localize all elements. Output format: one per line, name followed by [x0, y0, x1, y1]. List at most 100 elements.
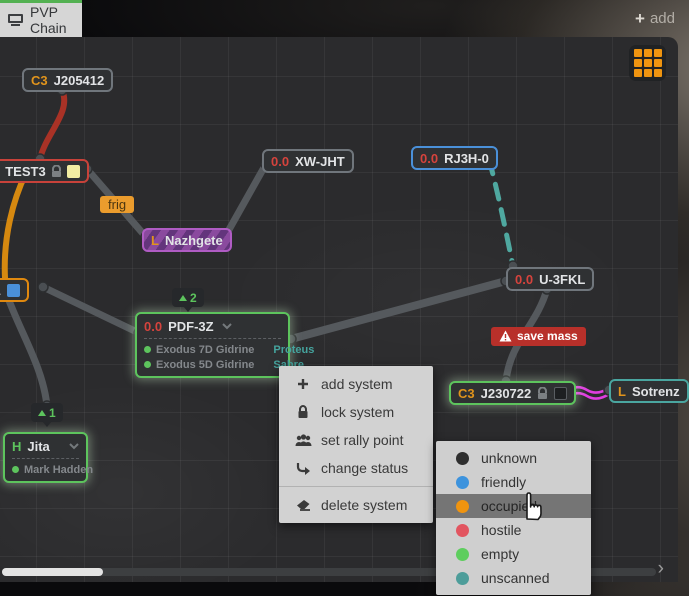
connection-endpoints — [21, 85, 614, 411]
users-icon — [294, 434, 312, 447]
status-label: unscanned — [481, 570, 550, 586]
menu-separator — [279, 486, 433, 487]
system-class: C3 — [458, 386, 475, 401]
menu-item-lock-system[interactable]: lock system — [279, 398, 433, 426]
system-node-nazhgete[interactable]: L Nazhgete — [142, 228, 232, 252]
connection-j205412-test3[interactable] — [40, 90, 64, 159]
plus-icon — [294, 378, 312, 390]
menu-item-add-system[interactable]: add system — [279, 370, 433, 398]
chevron-down-icon[interactable] — [222, 323, 232, 330]
connection-801-pdf3z[interactable] — [43, 287, 139, 333]
eraser-icon — [294, 499, 312, 511]
warning-icon — [499, 330, 512, 342]
ship-name: Proteus — [273, 344, 314, 356]
system-node-rj3h0[interactable]: 0.0 RJ3H-0 — [411, 146, 498, 170]
system-class: L — [618, 384, 626, 399]
scroll-right-chevron-icon[interactable]: › — [658, 558, 664, 580]
connection-rj3h0-u3fkl[interactable] — [489, 159, 513, 266]
status-item-hostile[interactable]: hostile — [436, 518, 591, 542]
connection-test3-801[interactable] — [5, 173, 26, 278]
pilot-row: Exodus 7D Gidrine Proteus — [144, 342, 281, 357]
system-node-801[interactable]: 801 — [0, 278, 29, 302]
add-button-label: add — [650, 10, 675, 27]
system-name: 801 — [0, 283, 1, 298]
plus-icon: + — [635, 10, 645, 27]
save-mass-label: save mass — [517, 329, 578, 343]
system-node-u3fkl[interactable]: 0.0 U-3FKL — [506, 267, 594, 291]
status-dot-icon — [456, 572, 469, 585]
security-status: 0.0 — [515, 272, 533, 287]
system-name: RJ3H-0 — [444, 151, 489, 166]
online-dot-icon — [144, 346, 151, 353]
menu-item-delete-system[interactable]: delete system — [279, 491, 433, 519]
menu-item-label: add system — [321, 376, 393, 392]
menu-item-set-rally-point[interactable]: set rally point — [279, 426, 433, 454]
menu-item-label: change status — [321, 460, 408, 476]
curved-arrow-icon — [294, 462, 312, 475]
system-class: L — [151, 233, 159, 248]
menu-item-label: delete system — [321, 497, 407, 513]
station-icon — [7, 284, 20, 297]
system-node-jita[interactable]: H Jita Mark Hadden — [3, 432, 88, 483]
system-name: J205412 — [54, 73, 105, 88]
chevron-down-icon[interactable] — [69, 443, 79, 450]
tab-label: PVP Chain — [30, 4, 74, 36]
arrow-up-icon — [179, 295, 187, 301]
system-name: Sotrenz — [632, 384, 680, 399]
connection-nazhgete-xwjht[interactable] — [226, 164, 266, 235]
hand-cursor-icon — [518, 491, 544, 521]
status-item-friendly[interactable]: friendly — [436, 470, 591, 494]
note-icon[interactable] — [67, 165, 80, 178]
grid-view-button[interactable] — [629, 45, 666, 81]
pilot-row: Mark Hadden — [12, 462, 79, 477]
status-dot-icon — [456, 500, 469, 513]
status-item-occupied[interactable]: occupied — [436, 494, 591, 518]
pilot-count-badge: 1 — [31, 403, 63, 422]
status-dot-icon — [456, 548, 469, 561]
lock-icon — [51, 165, 62, 178]
arrow-up-icon — [38, 410, 46, 416]
connection-pdf3z-u3fkl[interactable] — [291, 281, 506, 339]
status-dot-icon — [456, 524, 469, 537]
menu-item-change-status[interactable]: change status — [279, 454, 433, 482]
pilot-name: Exodus 7D Gidrine — [156, 344, 254, 356]
monitor-icon — [8, 14, 23, 26]
system-class: C3 — [31, 73, 48, 88]
pilot-count: 2 — [190, 291, 197, 305]
system-name: XW-JHT — [295, 154, 345, 169]
connection-801-jita[interactable] — [7, 295, 47, 406]
security-status: 0.0 — [420, 151, 438, 166]
security-status: 0.0 — [144, 319, 162, 334]
system-name: U-3FKL — [539, 272, 585, 287]
pilot-count-badge: 2 — [172, 288, 204, 307]
security-status: 0.0 — [271, 154, 289, 169]
status-item-unknown[interactable]: unknown — [436, 446, 591, 470]
system-class: H — [12, 439, 21, 454]
system-node-pdf3z[interactable]: 0.0 PDF-3Z Exodus 7D Gidrine Proteus Exo… — [135, 312, 290, 378]
status-item-unscanned[interactable]: unscanned — [436, 566, 591, 590]
system-name: PDF-3Z — [168, 319, 214, 334]
save-mass-badge[interactable]: save mass — [491, 327, 586, 346]
frig-label: frig — [108, 197, 126, 212]
pilot-row: Exodus 5D Gidrine Sabre — [144, 357, 281, 372]
lock-icon — [537, 387, 548, 400]
frig-connection-badge[interactable]: frig — [100, 196, 134, 213]
system-node-xwjht[interactable]: 0.0 XW-JHT — [262, 149, 354, 173]
horizontal-scrollbar-thumb[interactable] — [2, 568, 103, 576]
system-node-sotrenz[interactable]: L Sotrenz — [609, 379, 689, 403]
online-dot-icon — [144, 361, 151, 368]
tab-pvp-chain[interactable]: PVP Chain — [0, 0, 82, 37]
system-node-j230722[interactable]: C3 J230722 — [449, 381, 576, 405]
pilot-name: Exodus 5D Gidrine — [156, 359, 254, 371]
status-item-empty[interactable]: empty — [436, 542, 591, 566]
pilot-count: 1 — [49, 406, 56, 420]
status-square-icon[interactable] — [554, 387, 567, 400]
system-node-test3[interactable]: 2 TEST3 — [0, 159, 89, 183]
status-label: unknown — [481, 450, 537, 466]
system-node-j205412[interactable]: C3 J205412 — [22, 68, 113, 92]
status-label: friendly — [481, 474, 526, 490]
pilot-name: Mark Hadden — [24, 464, 93, 476]
menu-item-label: lock system — [321, 404, 394, 420]
add-button[interactable]: + add — [635, 10, 675, 27]
menu-item-label: set rally point — [321, 432, 403, 448]
